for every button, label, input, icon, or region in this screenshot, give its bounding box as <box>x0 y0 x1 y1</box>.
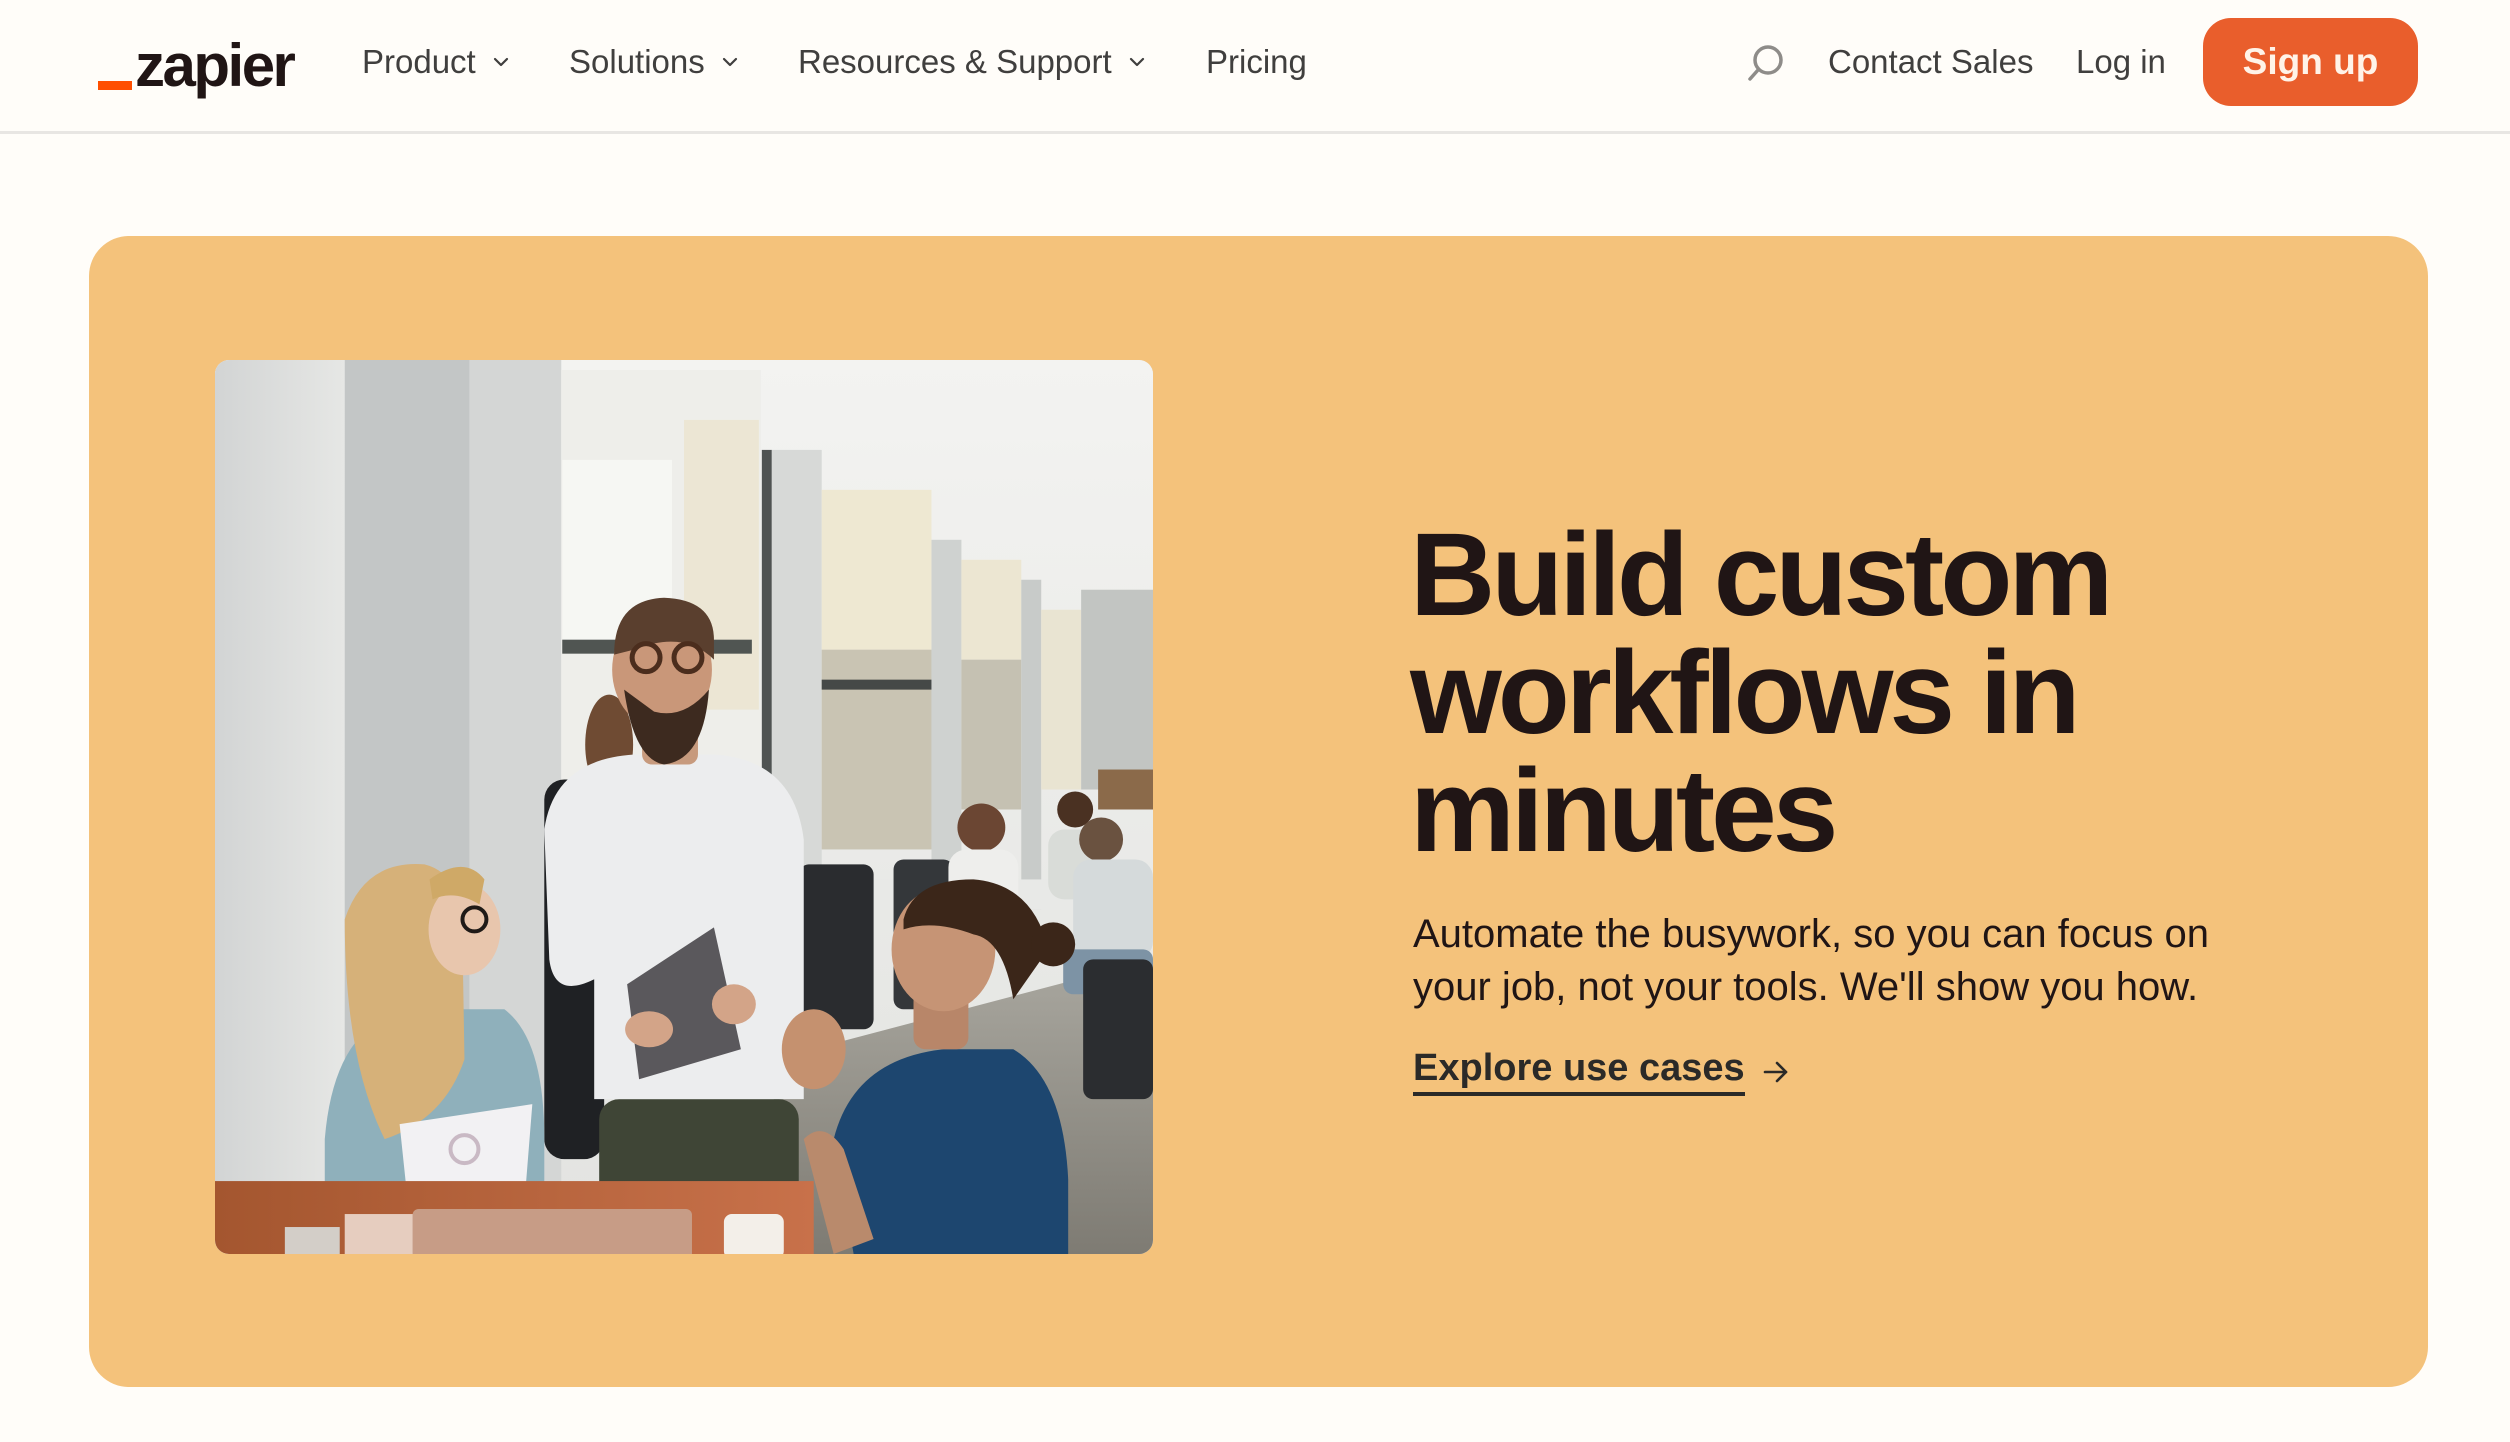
site-header: zapier Product Solutions Resources & Sup… <box>0 0 2510 134</box>
hero-card: Build custom workflows in minutes Automa… <box>89 236 2428 1387</box>
nav-product-label: Product <box>362 43 476 80</box>
login-link[interactable]: Log in <box>2076 38 2166 86</box>
hero-subtitle: Automate the busywork, so you can focus … <box>1413 912 2209 1009</box>
search-icon[interactable] <box>1744 42 1786 84</box>
explore-use-cases-link[interactable]: Explore use cases <box>1413 1047 1791 1096</box>
office-photo-illustration <box>215 360 1153 1254</box>
contact-sales-label: Contact Sales <box>1828 43 2034 80</box>
zapier-logo[interactable]: zapier <box>98 30 296 100</box>
hero-title-line-2: workflows in <box>1410 627 2081 759</box>
arrow-right-icon <box>1763 1061 1787 1082</box>
nav-resources-support[interactable]: Resources & Support <box>798 38 1146 86</box>
hero-title: Build custom workflows in minutes <box>1410 516 2310 870</box>
signup-label: Sign up <box>2242 41 2379 82</box>
signup-button[interactable]: Sign up <box>2203 18 2418 106</box>
chevron-down-icon <box>493 57 508 67</box>
nav-solutions-label: Solutions <box>569 43 705 80</box>
nav-pricing-label: Pricing <box>1206 43 1307 80</box>
nav-pricing[interactable]: Pricing <box>1206 38 1307 86</box>
hero-photo <box>215 360 1153 1254</box>
contact-sales-link[interactable]: Contact Sales <box>1828 38 2033 86</box>
nav-solutions[interactable]: Solutions <box>569 38 739 86</box>
hero-title-line-3: minutes <box>1410 745 1838 877</box>
nav-product[interactable]: Product <box>362 38 510 86</box>
logo-wordmark: zapier <box>135 32 296 99</box>
hero-title-line-1: Build custom <box>1410 509 2113 641</box>
nav-resources-label: Resources & Support <box>798 43 1112 80</box>
login-label: Log in <box>2076 43 2166 80</box>
chevron-down-icon <box>722 57 737 67</box>
logo-underscore-mark <box>98 81 132 90</box>
chevron-down-icon <box>1129 57 1144 67</box>
hero-copy: Build custom workflows in minutes Automa… <box>1410 516 2310 1096</box>
explore-use-cases-label: Explore use cases <box>1413 1047 1745 1096</box>
